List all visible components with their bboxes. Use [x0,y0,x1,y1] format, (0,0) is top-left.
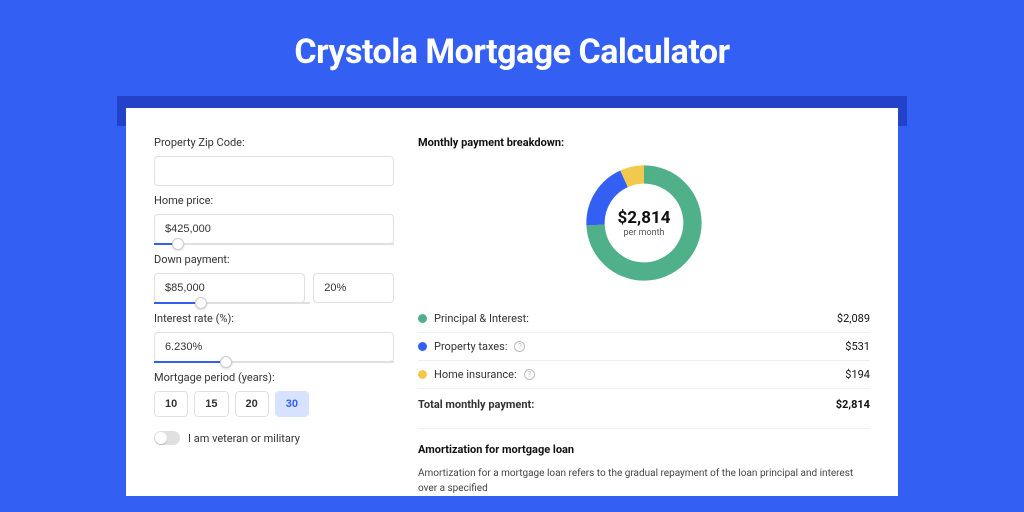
period-option-15[interactable]: 15 [194,391,228,417]
amortization-block: Amortization for mortgage loan Amortizat… [418,428,870,496]
breakdown-row-value: $194 [845,368,870,381]
breakdown-total-value: $2,814 [836,398,870,411]
breakdown-list: Principal & Interest: $2,089 Property taxe… [418,305,870,389]
legend-dot-icon [418,342,427,351]
info-icon[interactable]: ? [514,341,525,352]
down-payment-slider-thumb[interactable] [195,297,207,309]
home-price-slider[interactable] [154,243,394,245]
period-group: Mortgage period (years): 1015 2030 [154,371,394,417]
donut-chart: $2,814 per month [580,159,708,287]
breakdown-row-left: Home insurance:? [418,368,535,381]
period-label: Mortgage period (years): [154,371,394,384]
interest-label: Interest rate (%): [154,312,394,325]
down-payment-slider-fill [154,302,201,304]
zip-field-group: Property Zip Code: [154,136,394,186]
breakdown-row-value: $2,089 [837,312,870,325]
donut-amount: $2,814 [618,208,671,228]
amortization-text: Amortization for a mortgage loan refers … [418,466,870,496]
interest-input[interactable] [154,332,394,362]
interest-slider-fill [154,361,226,363]
down-payment-slider[interactable] [154,302,310,304]
breakdown-row-label: Property taxes: [434,340,507,353]
home-price-label: Home price: [154,194,394,207]
breakdown-row: Principal & Interest: $2,089 [418,305,870,333]
veteran-row: I am veteran or military [154,431,394,445]
breakdown-total-label: Total monthly payment: [418,398,534,411]
period-options: 1015 2030 [154,391,394,417]
legend-dot-icon [418,370,427,379]
period-option-20[interactable]: 20 [235,391,269,417]
amortization-title: Amortization for mortgage loan [418,443,870,456]
home-price-slider-thumb[interactable] [172,238,184,250]
down-payment-amount-input[interactable] [154,273,305,303]
breakdown-title: Monthly payment breakdown: [418,136,870,149]
zip-label: Property Zip Code: [154,136,394,149]
period-option-30[interactable]: 30 [275,391,309,417]
veteran-label: I am veteran or military [188,432,300,445]
down-payment-group: Down payment: [154,253,394,304]
calculator-panel: Property Zip Code: Home price: Down paym… [126,108,898,496]
page-header: Crystola Mortgage Calculator [0,0,1024,96]
donut-center: $2,814 per month [580,159,708,287]
breakdown-row-left: Principal & Interest: [418,312,529,325]
breakdown-column: Monthly payment breakdown: $2,814 per mo… [418,136,870,496]
form-column: Property Zip Code: Home price: Down paym… [154,136,394,496]
home-price-input[interactable] [154,214,394,244]
breakdown-row-label: Principal & Interest: [434,312,529,325]
breakdown-row-left: Property taxes:? [418,340,525,353]
zip-input[interactable] [154,156,394,186]
down-payment-pct-input[interactable] [313,273,394,303]
home-price-group: Home price: [154,194,394,245]
down-payment-label: Down payment: [154,253,394,266]
breakdown-row-label: Home insurance: [434,368,517,381]
breakdown-row: Property taxes:? $531 [418,333,870,361]
legend-dot-icon [418,314,427,323]
period-option-10[interactable]: 10 [154,391,188,417]
veteran-toggle[interactable] [154,431,180,445]
donut-sub: per month [623,228,664,238]
page-title: Crystola Mortgage Calculator [0,32,1024,72]
interest-group: Interest rate (%): [154,312,394,363]
breakdown-total-row: Total monthly payment: $2,814 [418,389,870,418]
info-icon[interactable]: ? [524,369,535,380]
breakdown-row-value: $531 [845,340,870,353]
interest-slider[interactable] [154,361,394,363]
breakdown-row: Home insurance:? $194 [418,361,870,389]
interest-slider-thumb[interactable] [220,356,232,368]
donut-wrap: $2,814 per month [418,159,870,287]
